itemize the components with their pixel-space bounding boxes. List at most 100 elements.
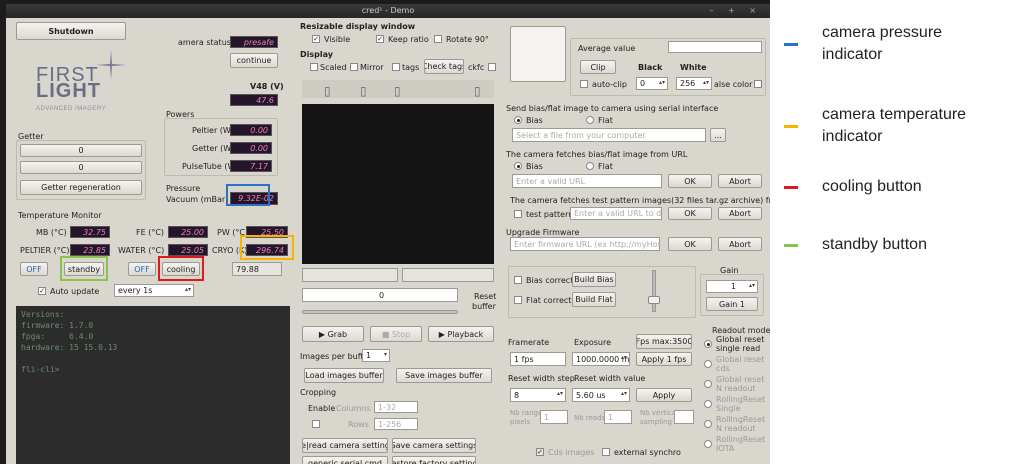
bias-correction-checkbox[interactable]: [514, 276, 522, 284]
getter-value-1[interactable]: 0: [20, 144, 142, 157]
save-settings-button[interactable]: Save camera settings: [392, 438, 476, 453]
check-tags-button[interactable]: Check tags: [424, 59, 464, 74]
cli-console[interactable]: Versions: firmware: 1.7.0 fpga: 6.4.0 ha…: [16, 306, 290, 464]
external-sync-checkbox[interactable]: [602, 448, 610, 456]
readout-mode-radio-2[interactable]: [704, 380, 712, 388]
rotate-checkbox[interactable]: [434, 35, 442, 43]
auto-update-checkbox[interactable]: ✓: [38, 287, 46, 295]
readout-mode-radio-4[interactable]: [704, 420, 712, 428]
reset-buffer-label-2[interactable]: buffer: [472, 302, 496, 311]
spin-icon-2[interactable]: ▯: [360, 84, 367, 98]
spin-icon-4[interactable]: ▯: [474, 84, 481, 98]
apply-fps-button[interactable]: Apply 1 fps: [636, 352, 692, 366]
cooling-highlight-box: [158, 256, 204, 281]
getter-value-2[interactable]: 0: [20, 161, 142, 174]
test-pattern-url-field[interactable]: Enter a valid URL to d...: [570, 207, 662, 220]
ckfc-checkbox[interactable]: [488, 63, 496, 71]
spin-icon-3[interactable]: ▯: [394, 84, 401, 98]
range-min-field[interactable]: [302, 268, 398, 282]
fetch-url-field[interactable]: Enter a valid URL: [512, 174, 662, 188]
load-buffer-button[interactable]: Load images buffer: [304, 368, 384, 383]
scaled-label: Scaled: [320, 63, 347, 72]
images-per-buffer-select[interactable]: 1 ▾: [362, 349, 390, 362]
setpoint-field[interactable]: 79.88: [232, 262, 282, 276]
firmware-url-field[interactable]: Enter firmware URL (ex http://myHostn...: [510, 237, 660, 251]
fetch-ok-button[interactable]: OK: [668, 174, 712, 188]
reset-step-field[interactable]: 8 ▴▾: [510, 388, 566, 402]
stop-button[interactable]: ■ Stop: [370, 326, 422, 342]
legend-cooling-swatch: [784, 186, 798, 189]
fps-max-button[interactable]: Fps max:3500: [636, 334, 692, 349]
select-file-field[interactable]: Select a file from your computer: [512, 128, 706, 142]
send-flat-label: Flat: [598, 116, 613, 125]
readout-mode-radio-1[interactable]: [704, 360, 712, 368]
test-ok-button[interactable]: OK: [668, 207, 712, 220]
tags-checkbox[interactable]: [392, 63, 400, 71]
fetch-abort-button[interactable]: Abort: [718, 174, 762, 188]
scaled-checkbox[interactable]: [310, 63, 318, 71]
range-max-field[interactable]: [402, 268, 494, 282]
firmware-abort-button[interactable]: Abort: [718, 237, 762, 251]
standby-off-button[interactable]: OFF: [20, 262, 48, 276]
continue-button[interactable]: continue: [230, 53, 278, 68]
correction-slider-knob[interactable]: [648, 296, 660, 304]
frame-slider-value[interactable]: 0: [302, 288, 458, 302]
playback-button[interactable]: ▶ Playback: [428, 326, 494, 342]
flat-correction-checkbox[interactable]: [514, 296, 522, 304]
spin-icon: ▴▾: [620, 354, 627, 361]
restore-factory-button[interactable]: Restore factory settings: [392, 456, 476, 464]
reread-settings-button[interactable]: Re|read camera settings: [302, 438, 388, 453]
reset-buffer-label-1[interactable]: Reset: [474, 292, 496, 301]
gain-spinbox[interactable]: 1 ▴▾: [706, 280, 758, 293]
grab-button[interactable]: ▶ Grab: [302, 326, 364, 342]
black-spinbox[interactable]: 0 ▴▾: [636, 77, 668, 90]
spin-icon-1[interactable]: ▯: [324, 84, 331, 98]
test-abort-button[interactable]: Abort: [718, 207, 762, 220]
crop-enable-checkbox[interactable]: [312, 420, 320, 428]
rows-field[interactable]: 1-256: [374, 418, 418, 430]
readout-mode-radio-0[interactable]: [704, 340, 712, 348]
build-flat-button[interactable]: Build Flat: [572, 292, 616, 307]
build-bias-button[interactable]: Build Bias: [572, 272, 616, 287]
columns-field[interactable]: 1-32: [374, 401, 418, 413]
reset-width-field[interactable]: 5.60 us ▴▾: [572, 388, 630, 402]
save-buffer-button[interactable]: Save images buffer: [396, 368, 492, 383]
white-spinbox[interactable]: 256 ▴▾: [676, 77, 712, 90]
framerate-field[interactable]: 1 fps: [510, 352, 566, 366]
nb-reads-field[interactable]: 1: [604, 410, 632, 424]
gain-button[interactable]: Gain 1: [706, 297, 758, 311]
window-controls[interactable]: – + ×: [710, 4, 763, 18]
readout-mode-radio-5[interactable]: [704, 440, 712, 448]
cooling-off-button[interactable]: OFF: [128, 262, 156, 276]
test-pattern-checkbox[interactable]: [514, 210, 522, 218]
exposure-field[interactable]: 1000.0000 ms ▴▾: [572, 352, 630, 366]
preview-button[interactable]: [510, 26, 566, 82]
display-title: Display: [300, 50, 333, 59]
mirror-checkbox[interactable]: [350, 63, 358, 71]
visible-checkbox[interactable]: ✓: [312, 35, 320, 43]
apply-button[interactable]: Apply: [636, 388, 692, 402]
shutdown-button[interactable]: Shutdown: [16, 22, 126, 40]
serial-cmd-button[interactable]: generic serial cmd: [302, 456, 388, 464]
nb-ranges-field[interactable]: 1: [540, 410, 568, 424]
image-display[interactable]: [302, 104, 494, 264]
frame-slider[interactable]: [302, 310, 458, 314]
auto-clip-checkbox[interactable]: [580, 80, 588, 88]
keep-ratio-checkbox[interactable]: ✓: [376, 35, 384, 43]
fetch-bias-radio[interactable]: [514, 162, 522, 170]
test-pattern-label: test pattern: [526, 210, 574, 219]
false-color-checkbox[interactable]: [754, 80, 762, 88]
fetch-flat-radio[interactable]: [586, 162, 594, 170]
cds-images-label: Cds images: [548, 448, 595, 457]
getter-regeneration-button[interactable]: Getter regeneration: [20, 180, 142, 195]
firmware-ok-button[interactable]: OK: [668, 237, 712, 251]
update-interval-select[interactable]: every 1s ▴▾: [114, 284, 194, 297]
readout-mode-radio-3[interactable]: [704, 400, 712, 408]
send-bias-radio[interactable]: [514, 116, 522, 124]
clip-button[interactable]: Clip: [580, 60, 616, 74]
correction-slider-track[interactable]: [652, 270, 656, 312]
cds-images-checkbox[interactable]: ✓: [536, 448, 544, 456]
nb-vertical-field[interactable]: [674, 410, 694, 424]
send-flat-radio[interactable]: [586, 116, 594, 124]
browse-button[interactable]: ...: [710, 128, 726, 142]
